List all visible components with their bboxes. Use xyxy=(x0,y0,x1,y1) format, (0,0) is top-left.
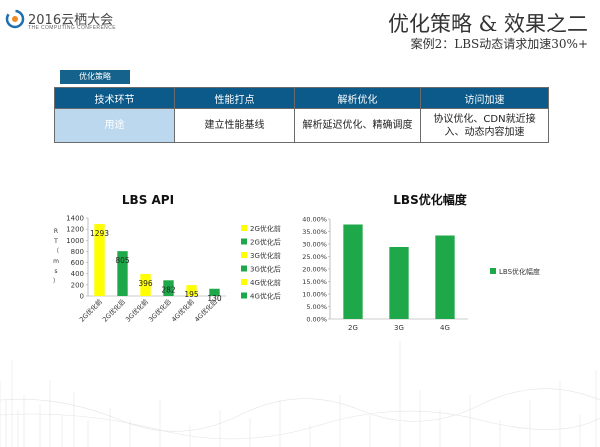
data-label: 195 xyxy=(184,290,199,299)
y-tick-label: 20.00% xyxy=(302,266,327,274)
y-tick-label: 15.00% xyxy=(302,278,327,286)
y-tick-label: 1400 xyxy=(66,215,84,223)
lbs-improvement-chart: LBS优化幅度 0.00% 5.00% 10.00% 15.00% 20.00% 25.00… xyxy=(302,192,540,332)
legend-label: 2G优化后 xyxy=(250,238,281,247)
strategy-table: 技术环节 性能打点 解析优化 访问加速 用途 建立性能基线 解析延迟优化、精确调… xyxy=(54,87,549,143)
chart-title: LBS API xyxy=(122,193,174,207)
bar xyxy=(389,247,409,319)
table-header-cell: 技术环节 xyxy=(54,87,175,109)
table-header-cell: 解析优化 xyxy=(294,87,421,109)
cloud-swirl-logo-icon xyxy=(5,9,25,29)
x-tick-label: 3G xyxy=(394,324,404,332)
y-tick-label: 400 xyxy=(71,270,84,278)
page-title: 优化策略 & 效果之二 xyxy=(387,12,588,36)
legend-swatch xyxy=(241,252,247,258)
x-tick-label: 2G优化前 xyxy=(77,297,104,324)
data-label: 805 xyxy=(115,256,130,265)
y-tick-label: 800 xyxy=(71,248,84,256)
table-header-cell: 访问加速 xyxy=(420,87,549,109)
y-axis-label-char: T xyxy=(53,238,58,245)
legend-swatch xyxy=(241,225,247,231)
y-tick-label: 600 xyxy=(71,259,84,267)
table-header-cell: 性能打点 xyxy=(174,87,295,109)
y-tick-label: 10.00% xyxy=(302,291,327,299)
table-cell: 协议优化、CDN就近接入、动态内容加速 xyxy=(420,108,549,143)
chart-title: LBS优化幅度 xyxy=(393,192,467,207)
y-tick-label: 5.00% xyxy=(306,303,327,311)
legend-swatch xyxy=(241,265,247,272)
y-tick-label: 25.00% xyxy=(302,253,327,261)
legend-swatch xyxy=(241,292,247,299)
logo-subtext: THE COMPUTING CONFERENCE xyxy=(28,25,116,31)
legend-label: LBS优化幅度 xyxy=(499,267,540,276)
y-tick-label: 30.00% xyxy=(302,241,327,249)
conference-logo: 2016云栖大会 THE COMPUTING CONFERENCE xyxy=(4,8,144,34)
bar xyxy=(435,235,455,319)
y-tick-label: 35.00% xyxy=(302,228,327,236)
y-tick-label: 1200 xyxy=(66,226,84,234)
y-axis-label-char: （ xyxy=(53,248,59,255)
table-header-row: 技术环节 性能打点 解析优化 访问加速 xyxy=(54,87,549,109)
x-tick-label: 4G优化前 xyxy=(169,297,196,324)
y-axis-label-char: m xyxy=(53,258,59,265)
x-tick-label: 2G优化后 xyxy=(100,297,127,324)
legend-swatch xyxy=(241,279,247,285)
table-cell: 解析延迟优化、精确调度 xyxy=(294,108,421,143)
data-label: 1293 xyxy=(90,229,109,238)
legend-label: 2G优化前 xyxy=(250,224,281,233)
bar xyxy=(343,224,363,319)
lbs-api-chart: LBS API RT （ ms ） 0 200 400 600 800 1000 1200 1400 12… xyxy=(53,193,281,324)
x-tick-label: 3G优化后 xyxy=(146,297,173,324)
x-tick-label: 2G xyxy=(348,324,358,332)
y-axis-label-char: s xyxy=(54,268,57,275)
y-tick-label: 40.00% xyxy=(302,216,327,224)
table-cell: 用途 xyxy=(54,108,175,143)
y-tick-label: 1000 xyxy=(66,237,84,245)
data-label: 396 xyxy=(138,279,153,288)
legend-label: 4G优化前 xyxy=(250,278,281,287)
page-subtitle: 案例2：LBS动态请求加速30%+ xyxy=(410,37,588,51)
legend-label: 3G优化后 xyxy=(250,265,281,274)
y-axis-label-char: R xyxy=(54,228,58,235)
y-axis-label-char: ） xyxy=(53,278,59,285)
x-tick-label: 4G xyxy=(440,324,450,332)
data-label: 282 xyxy=(161,285,176,294)
legend-label: 4G优化后 xyxy=(250,292,281,301)
legend-swatch xyxy=(490,268,496,274)
x-tick-label: 4G优化后 xyxy=(192,297,219,324)
section-tag: 优化策略 xyxy=(60,70,130,84)
table-cell: 建立性能基线 xyxy=(174,108,295,143)
table-row: 用途 建立性能基线 解析延迟优化、精确调度 协议优化、CDN就近接入、动态内容加… xyxy=(54,108,549,143)
x-tick-label: 3G优化前 xyxy=(123,297,150,324)
legend-label: 3G优化前 xyxy=(250,251,281,260)
legend-swatch xyxy=(241,238,247,245)
y-tick-label: 0.00% xyxy=(306,316,327,324)
y-tick-label: 0 xyxy=(80,293,84,301)
y-tick-label: 200 xyxy=(71,281,84,289)
